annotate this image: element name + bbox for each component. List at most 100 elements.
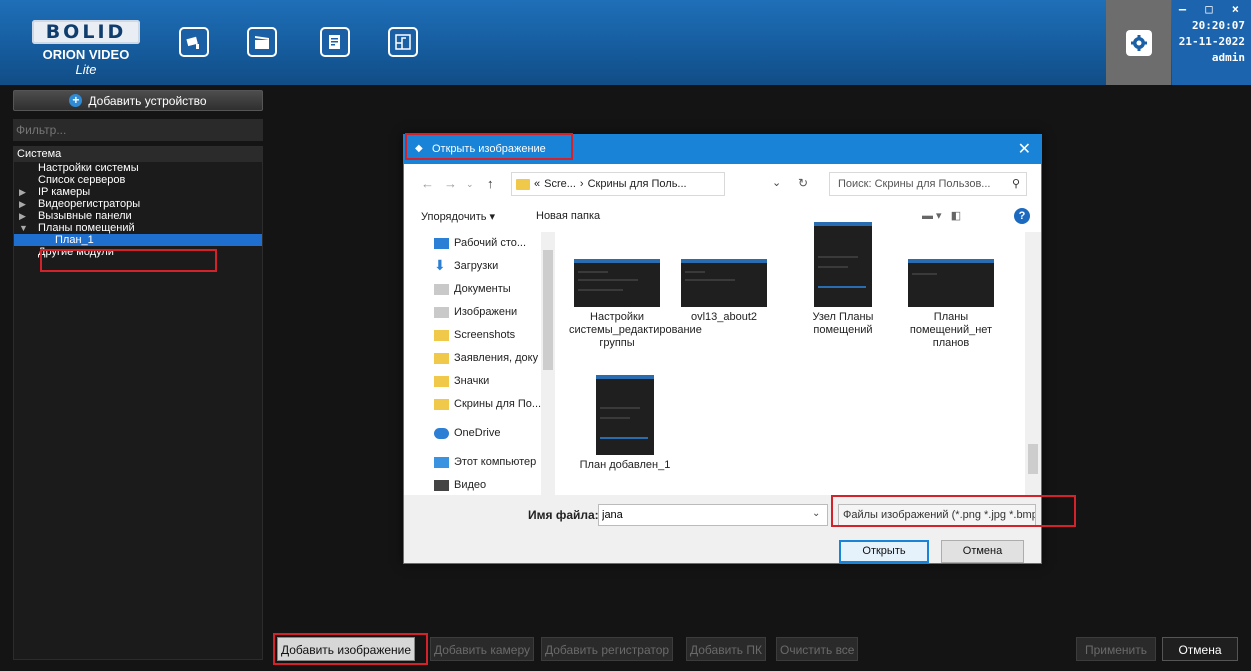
filename-label: Имя файла: <box>528 508 599 522</box>
filename-dropdown-icon[interactable]: ⌄ <box>812 508 820 519</box>
file-item[interactable]: Узел Планы помещений <box>795 222 891 337</box>
device-tree: Система Настройки системы Список серверо… <box>13 146 263 660</box>
window-controls[interactable]: – □ × <box>1172 0 1245 18</box>
clock-date: 21-11-2022 <box>1178 35 1245 48</box>
view-options-icon[interactable]: ▬ ▾ ◧ <box>922 209 961 222</box>
add-pc-button[interactable]: Добавить ПК <box>686 637 766 661</box>
search-icon: ⚲ <box>1011 178 1020 190</box>
settings-icon[interactable] <box>1125 29 1152 56</box>
folder-icon <box>434 330 449 341</box>
search-placeholder: Поиск: Скрины для Пользов... <box>838 178 991 190</box>
tree-item-label: Планы помещений <box>38 222 135 234</box>
add-device-button[interactable]: + Добавить устройство <box>13 90 263 111</box>
add-camera-button[interactable]: Добавить камеру <box>430 637 535 661</box>
top-bar: BOLID ORION VIDEO Lite – □ × 20:20:07 21… <box>0 0 1251 85</box>
tree-item-label: Список серверов <box>38 174 126 186</box>
tree-item-system-settings[interactable]: Настройки системы <box>14 162 262 174</box>
tree-item-other-modules[interactable]: Другие модули <box>14 246 262 258</box>
tree-item-plan-1[interactable]: План_1 <box>14 234 262 246</box>
tree-item-floor-plans[interactable]: ▼ Планы помещений <box>14 222 262 234</box>
file-item[interactable]: Настройки системы_редактирование группы <box>569 259 702 350</box>
help-icon[interactable]: ? <box>1014 208 1030 224</box>
onedrive-icon <box>434 428 449 439</box>
collapse-arrow-icon[interactable]: ▼ <box>19 222 28 234</box>
camera-icon[interactable] <box>179 27 209 57</box>
nav-item-label: Скрины для По... <box>454 398 542 410</box>
video-clapper-icon[interactable] <box>247 27 277 57</box>
scrollbar-thumb[interactable] <box>1028 444 1038 474</box>
address-segment[interactable]: Скрины для Поль... <box>588 178 687 190</box>
open-button[interactable]: Открыть <box>839 540 929 563</box>
file-name: Настройки системы_редактирование группы <box>569 311 702 349</box>
file-name: ovl13_about2 <box>690 311 758 323</box>
expand-arrow-icon[interactable]: ▶ <box>19 198 26 210</box>
scrollbar-thumb[interactable] <box>543 250 553 370</box>
new-folder-button[interactable]: Новая папка <box>536 210 600 222</box>
up-arrow-icon[interactable]: ↑ <box>487 176 494 191</box>
address-bar[interactable]: « Scre... › Скрины для Поль... <box>511 172 725 196</box>
app-icon: ◆ <box>415 143 423 154</box>
clear-all-button[interactable]: Очистить все <box>776 637 859 661</box>
plan-icon[interactable] <box>388 27 418 57</box>
tree-root[interactable]: Система <box>14 147 262 162</box>
address-dropdown-icon[interactable]: ⌄ <box>772 176 781 189</box>
nav-item-label: Рабочий сто... <box>454 237 527 249</box>
file-name: Узел Планы помещений <box>812 311 874 336</box>
nav-item-label: Изображени <box>454 306 518 318</box>
tree-item-label: Другие модули <box>38 246 114 258</box>
folder-icon <box>434 376 449 387</box>
clock-panel: – □ × 20:20:07 21-11-2022 admin <box>1172 0 1251 85</box>
tree-item-servers[interactable]: Список серверов <box>14 174 262 186</box>
file-list: Настройки системы_редактирование группы … <box>563 222 1041 495</box>
file-item[interactable]: Планы помещений_нет планов <box>903 259 999 350</box>
filter-input[interactable] <box>13 119 263 141</box>
search-input[interactable]: Поиск: Скрины для Пользов... ⚲ <box>829 172 1027 196</box>
history-chevron-icon[interactable]: ⌄ <box>466 179 474 190</box>
forward-arrow-icon[interactable]: → <box>444 176 457 191</box>
add-image-button[interactable]: Добавить изображение <box>277 637 416 661</box>
nav-scrollbar[interactable] <box>541 232 555 495</box>
pictures-icon <box>434 307 449 318</box>
close-icon[interactable]: ✕ <box>1018 139 1031 159</box>
file-name: План добавлен_1 <box>579 459 671 471</box>
product-edition: Lite <box>75 62 97 77</box>
plus-icon: + <box>69 94 83 107</box>
nav-item-label: Screenshots <box>454 329 516 341</box>
logo: BOLID ORION VIDEO Lite <box>32 20 140 77</box>
tree-item-recorders[interactable]: ▶ Видеорегистраторы <box>14 198 262 210</box>
folder-icon <box>434 399 449 410</box>
file-thumbnail <box>574 259 660 307</box>
filename-input[interactable] <box>598 504 828 526</box>
refresh-icon[interactable]: ↻ <box>798 176 808 190</box>
file-thumbnail <box>908 259 994 307</box>
app-window: BOLID ORION VIDEO Lite – □ × 20:20:07 21… <box>0 0 1251 671</box>
apply-button[interactable]: Применить <box>1076 637 1156 661</box>
address-prefix: « <box>534 178 541 190</box>
open-image-dialog: ◆ Открыть изображение ✕ ← → ⌄ ↑ « Scre..… <box>403 134 1042 564</box>
report-icon[interactable] <box>320 27 350 57</box>
computer-icon <box>434 457 449 468</box>
address-segment[interactable]: Scre... <box>544 178 576 190</box>
organize-button[interactable]: Упорядочить ▾ <box>421 210 495 223</box>
filetype-select[interactable]: Файлы изображений (*.png *.jpg *.bmp) <box>838 504 1036 526</box>
back-arrow-icon[interactable]: ← <box>421 176 434 191</box>
file-item[interactable]: ovl13_about2 <box>676 259 772 324</box>
nav-item-label: Видео <box>454 479 487 491</box>
nav-item-label: Загрузки <box>454 260 499 272</box>
expand-arrow-icon[interactable]: ▶ <box>19 210 26 222</box>
cancel-button[interactable]: Отмена <box>1162 637 1238 661</box>
add-device-label: Добавить устройство <box>88 93 207 108</box>
dialog-cancel-button[interactable]: Отмена <box>941 540 1024 563</box>
video-icon <box>434 480 449 491</box>
expand-arrow-icon[interactable]: ▶ <box>19 186 26 198</box>
file-scrollbar[interactable] <box>1025 232 1041 495</box>
address-row: ← → ⌄ ↑ « Scre... › Скрины для Поль... ⌄… <box>404 164 1041 204</box>
brand-logo: BOLID <box>32 20 140 44</box>
file-item[interactable]: План добавлен_1 <box>577 375 673 472</box>
downloads-icon: ⬇ <box>434 257 446 273</box>
tree-item-call-panels[interactable]: ▶ Вызывные панели <box>14 210 262 222</box>
tree-item-ip-cameras[interactable]: ▶ IP камеры <box>14 186 262 198</box>
add-recorder-button[interactable]: Добавить регистратор <box>541 637 674 661</box>
product-name: ORION VIDEO Lite <box>32 47 140 77</box>
dialog-footer: Имя файла: ⌄ Файлы изображений (*.png *.… <box>404 495 1041 563</box>
